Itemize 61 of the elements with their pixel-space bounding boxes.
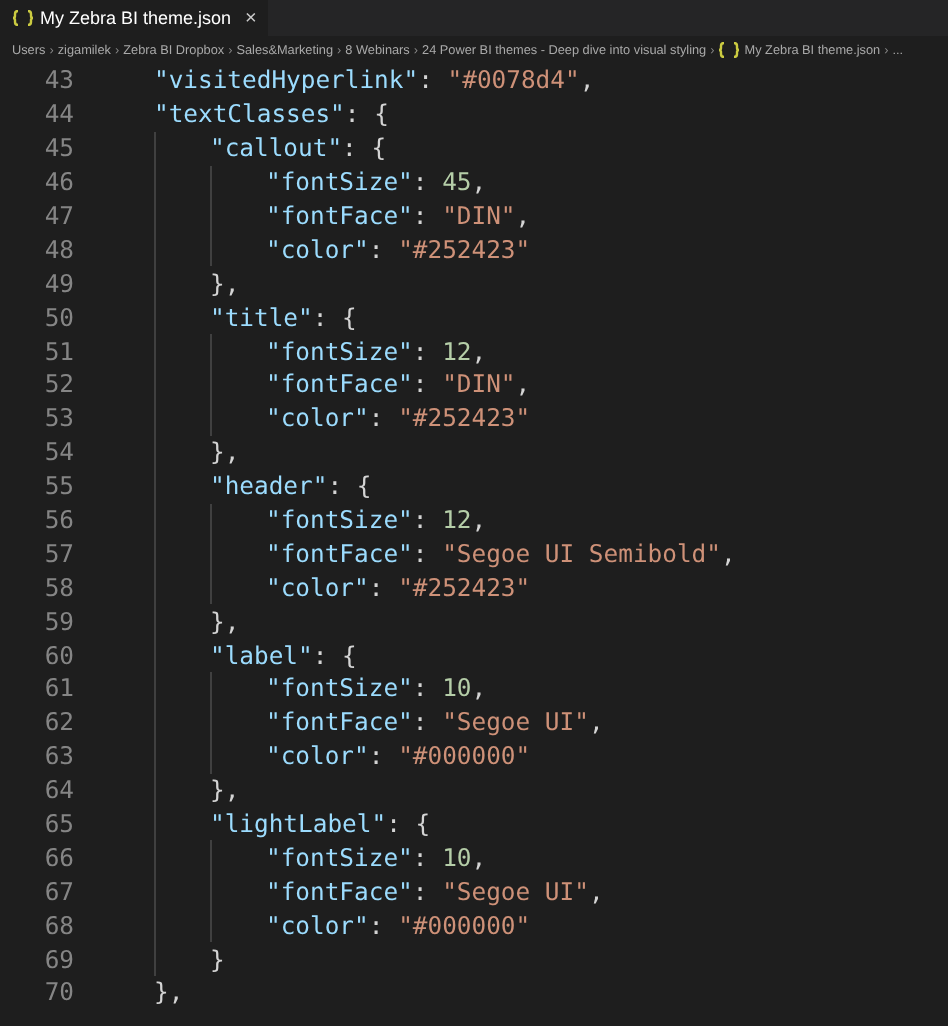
- editor-tab[interactable]: My Zebra BI theme.json ×: [0, 0, 269, 36]
- code-line: "header": {: [98, 469, 372, 504]
- line-number: 64: [42, 776, 76, 805]
- line-number: 55: [42, 472, 76, 501]
- line-number: 56: [42, 506, 76, 535]
- line-number: 63: [42, 742, 76, 771]
- line-number: 52: [42, 370, 76, 399]
- line-number: 70: [42, 978, 76, 1007]
- code-line: "color": "#252423": [98, 232, 531, 267]
- code-line: "label": {: [98, 638, 357, 673]
- code-line: "fontSize": 45,: [98, 165, 487, 200]
- line-number: 61: [42, 674, 76, 703]
- code-line: "textClasses": {: [152, 98, 389, 132]
- code-line: "callout": {: [98, 131, 387, 166]
- line-number: 60: [42, 641, 76, 670]
- line-number: 58: [42, 573, 76, 602]
- code-line: "color": "#000000": [98, 908, 531, 943]
- line-number: 46: [42, 168, 76, 197]
- line-number: 43: [42, 66, 76, 95]
- line-number: 45: [42, 134, 76, 163]
- line-number: 66: [42, 843, 76, 872]
- code-line: "fontSize": 10,: [98, 672, 487, 706]
- line-number: 57: [42, 539, 76, 568]
- code-line: },: [152, 976, 184, 1010]
- line-number: 51: [42, 337, 76, 366]
- code-line: },: [98, 604, 240, 639]
- code-line: "fontSize": 12,: [98, 334, 487, 369]
- code-line: "title": {: [98, 300, 357, 335]
- line-number: 67: [42, 877, 76, 906]
- code-line: "color": "#252423": [98, 570, 531, 605]
- code-line: "lightLabel": {: [98, 807, 431, 841]
- code-line: "fontFace": "Segoe UI Semibold",: [98, 536, 736, 571]
- code-line: "fontSize": 12,: [98, 503, 487, 537]
- json-file-icon: [12, 10, 34, 26]
- line-number: 49: [42, 269, 76, 298]
- line-number: 53: [42, 404, 76, 433]
- code-line: "color": "#000000": [98, 739, 531, 774]
- code-line: "visitedHyperlink": "#0078d4",: [152, 64, 595, 98]
- line-number: 65: [42, 810, 76, 839]
- code-line: }: [98, 942, 225, 977]
- line-number: 54: [42, 438, 76, 467]
- code-line: "fontFace": "Segoe UI",: [98, 874, 604, 909]
- line-number: 62: [42, 708, 76, 737]
- line-number: 68: [42, 911, 76, 940]
- line-number: 44: [42, 100, 76, 129]
- code-line: "fontFace": "DIN",: [98, 199, 531, 233]
- line-number: 69: [42, 945, 76, 974]
- line-number: 50: [42, 303, 76, 332]
- code-line: "fontSize": 10,: [98, 840, 487, 875]
- close-button[interactable]: ×: [245, 7, 257, 29]
- code-line: "fontFace": "Segoe UI",: [98, 705, 604, 740]
- code-line: "color": "#252423": [98, 401, 531, 436]
- tab-label: My Zebra BI theme.json: [40, 8, 232, 28]
- line-number: 59: [42, 607, 76, 636]
- line-number: 48: [42, 235, 76, 264]
- json-file-icon: [718, 42, 741, 58]
- code-line: },: [98, 773, 240, 808]
- line-number: 47: [42, 202, 76, 230]
- code-line: },: [98, 266, 240, 301]
- code-line: },: [98, 435, 240, 470]
- code-line: "fontFace": "DIN",: [98, 368, 531, 402]
